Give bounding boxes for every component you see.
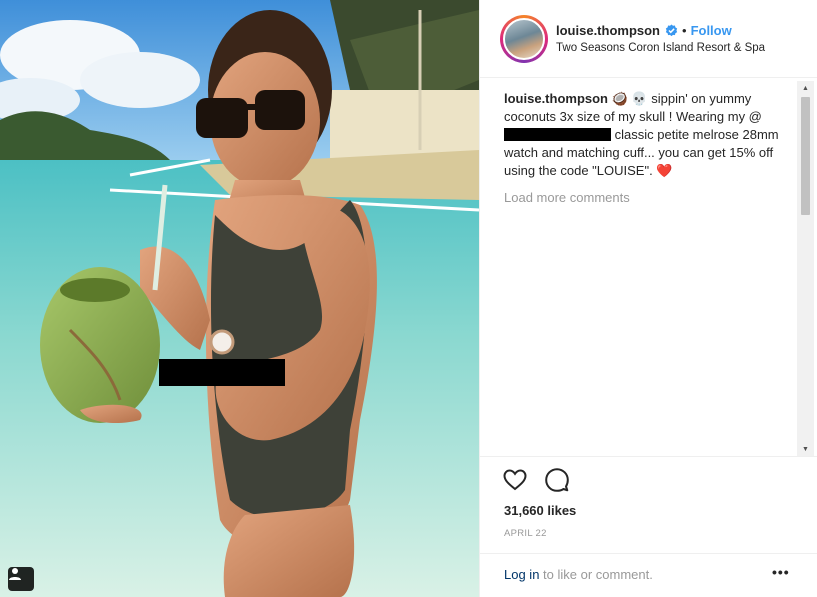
likes-count[interactable]: 31,660 likes bbox=[504, 503, 576, 518]
redacted-mention bbox=[504, 128, 611, 141]
comments-scrollbar[interactable]: ▲ ▼ bbox=[797, 81, 814, 456]
post-side-panel: louise.thompson • Follow Two Seasons Cor… bbox=[479, 0, 817, 597]
scroll-up-arrow-icon[interactable]: ▲ bbox=[797, 81, 814, 95]
verified-badge-icon bbox=[665, 24, 678, 37]
post-photo[interactable] bbox=[0, 0, 479, 597]
post-header: louise.thompson • Follow Two Seasons Cor… bbox=[480, 0, 817, 78]
post-date[interactable]: APRIL 22 bbox=[504, 528, 547, 539]
redaction-bar bbox=[159, 359, 285, 386]
comments-area[interactable]: louise.thompson 🥥 💀 sippin' on yummy coc… bbox=[480, 79, 817, 456]
post-actions: 31,660 likes APRIL 22 Log in to like or … bbox=[480, 456, 817, 597]
post-caption: louise.thompson 🥥 💀 sippin' on yummy coc… bbox=[504, 90, 794, 180]
header-separator: • bbox=[682, 23, 687, 38]
login-prompt: Log in to like or comment. ••• bbox=[480, 553, 817, 597]
header-username-row: louise.thompson • Follow bbox=[556, 23, 765, 38]
scroll-down-arrow-icon[interactable]: ▼ bbox=[797, 442, 814, 456]
avatar-story-ring[interactable] bbox=[500, 14, 548, 63]
action-icons bbox=[502, 467, 570, 493]
scroll-thumb[interactable] bbox=[801, 97, 810, 215]
caption-username[interactable]: louise.thompson bbox=[504, 91, 608, 106]
beach-photo-illustration bbox=[0, 0, 479, 597]
user-icon bbox=[9, 568, 21, 580]
location-link[interactable]: Two Seasons Coron Island Resort & Spa bbox=[556, 42, 765, 54]
login-rest-text: to like or comment. bbox=[539, 567, 653, 582]
login-link[interactable]: Log in bbox=[504, 567, 539, 582]
heart-icon[interactable] bbox=[502, 467, 528, 493]
follow-button[interactable]: Follow bbox=[691, 23, 732, 38]
tagged-users-button[interactable] bbox=[8, 567, 34, 591]
caption-emoji: 🥥 💀 bbox=[611, 91, 648, 106]
username-link[interactable]: louise.thompson bbox=[556, 23, 660, 38]
avatar[interactable] bbox=[503, 17, 545, 60]
heart-emoji: ❤️ bbox=[656, 163, 673, 178]
more-options-icon[interactable]: ••• bbox=[772, 564, 790, 580]
comment-icon[interactable] bbox=[544, 467, 570, 493]
load-more-comments-link[interactable]: Load more comments bbox=[504, 190, 630, 205]
login-text: Log in to like or comment. bbox=[504, 567, 653, 582]
header-text: louise.thompson • Follow Two Seasons Cor… bbox=[556, 23, 765, 54]
